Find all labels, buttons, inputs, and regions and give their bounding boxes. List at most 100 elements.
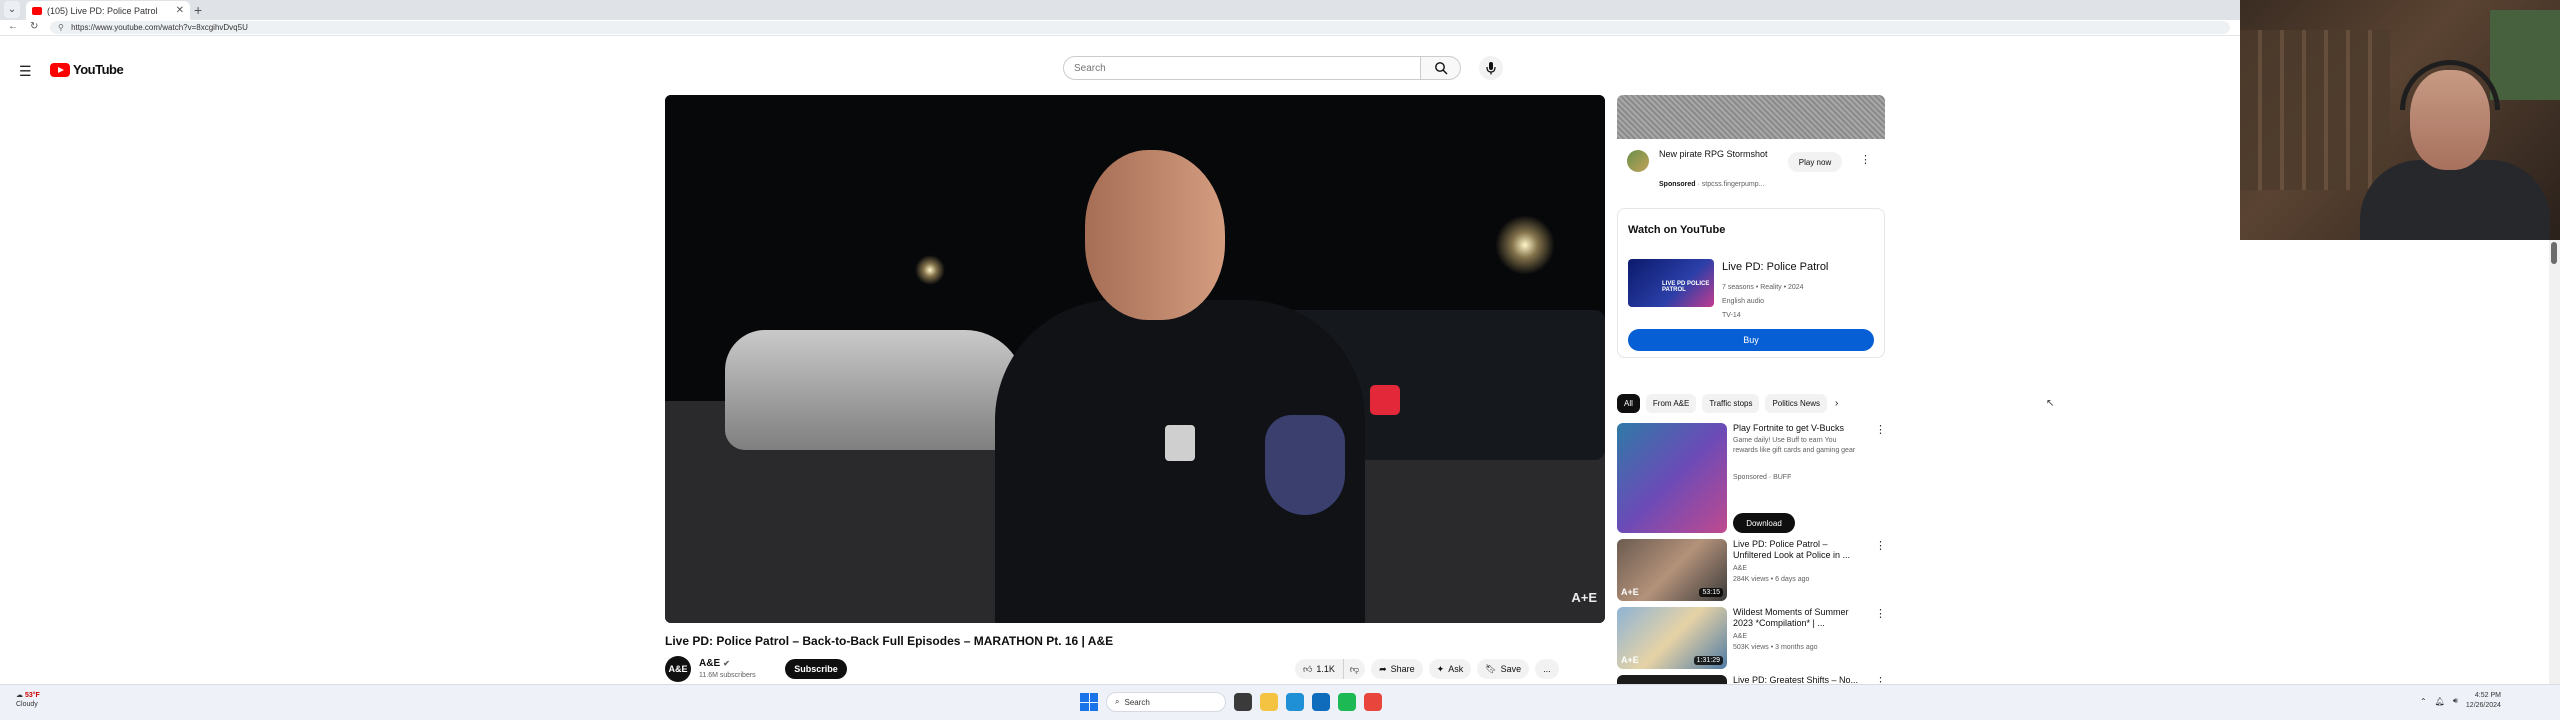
lock-icon: ⚲ (58, 23, 64, 32)
channel-avatar[interactable]: A&E (665, 656, 691, 682)
show-thumbnail[interactable]: LIVE PD POLICE PATROL (1628, 259, 1714, 307)
spotify-icon[interactable] (1338, 693, 1356, 711)
recommendation-item[interactable]: Live PD: Greatest Shifts – No... ⋮ (1617, 675, 1885, 684)
ad-title[interactable]: New pirate RPG Stormshot (1659, 149, 1769, 160)
like-button[interactable]: 👍︎ 1.1K (1295, 659, 1344, 679)
back-icon[interactable]: ← (8, 21, 18, 32)
youtube-logo[interactable]: YouTube (50, 62, 124, 77)
dislike-button[interactable]: 👎︎ (1343, 659, 1366, 679)
weather-widget[interactable]: ☁ 53°F Cloudy (16, 691, 40, 709)
recommendation-thumbnail[interactable] (1617, 423, 1727, 533)
recommendation-title[interactable]: Play Fortnite to get V-Bucks (1733, 423, 1861, 434)
taskbar-search-icon: ⌕ (1115, 697, 1120, 706)
recommendation-more-icon[interactable]: ⋮ (1875, 423, 1886, 436)
channel-name[interactable]: A&E ✔ (699, 658, 730, 669)
tab-list-button[interactable]: ⌄ (4, 1, 20, 18)
recommendation-title[interactable]: Wildest Moments of Summer 2023 *Compilat… (1733, 607, 1861, 629)
subscribe-button[interactable]: Subscribe (785, 659, 847, 679)
more-actions-button[interactable]: ... (1535, 659, 1559, 679)
recommendation-item[interactable]: A+E 53:15 Live PD: Police Patrol – Unfil… (1617, 539, 1886, 603)
new-tab-icon[interactable]: + (194, 2, 202, 18)
recommendation-item[interactable]: Play Fortnite to get V-Bucks Game daily!… (1617, 423, 1886, 535)
file-explorer-icon[interactable] (1260, 693, 1278, 711)
recommendation-item[interactable]: A+E 1:31:29 Wildest Moments of Summer 20… (1617, 607, 1886, 671)
tab-close-icon[interactable]: ✕ (176, 5, 184, 16)
page-scrollbar[interactable] (2549, 240, 2560, 684)
taskbar-search[interactable]: ⌕ Search (1106, 692, 1226, 712)
more-actions-icon: ... (1543, 664, 1551, 674)
page-scrollbar-thumb[interactable] (2551, 242, 2557, 264)
chrome-icon[interactable] (1364, 693, 1382, 711)
video-frame-distant-light (915, 255, 945, 285)
recommendation-more-icon[interactable]: ⋮ (1875, 539, 1886, 552)
share-icon: ➦ (1379, 663, 1387, 674)
watch-on-youtube-card: Watch on YouTube LIVE PD POLICE PATROL L… (1617, 208, 1885, 358)
youtube-favicon-icon (32, 6, 42, 15)
show-meta-rating: TV-14 (1722, 312, 1741, 319)
like-dislike-group: 👍︎ 1.1K 👎︎ (1295, 659, 1366, 679)
save-button[interactable]: 🔖︎ Save (1477, 659, 1530, 679)
windows-start-icon[interactable] (1080, 693, 1098, 711)
video-title: Live PD: Police Patrol – Back-to-Back Fu… (665, 634, 1114, 648)
ad-sponsored-line: Sponsored · stpcss.fingerpump... (1659, 181, 1765, 188)
chip-traffic-stops[interactable]: Traffic stops (1702, 393, 1760, 413)
show-title[interactable]: Live PD: Police Patrol (1722, 261, 1828, 273)
chip-politics-news[interactable]: Politics News (1765, 393, 1828, 413)
speaker-icon[interactable]: 🔊︎ (2453, 696, 2458, 706)
webcam-overlay (2240, 0, 2560, 240)
recommendation-more-icon[interactable]: ⋮ (1875, 675, 1885, 684)
recommendation-sponsor: Sponsored · BUFF (1733, 474, 1792, 481)
video-player[interactable]: A+E (665, 95, 1605, 623)
buy-button[interactable]: Buy (1628, 329, 1874, 351)
menu-icon[interactable]: ☰ (19, 63, 32, 80)
video-duration: 1:31:29 (1693, 656, 1723, 665)
webcam-shelf (2240, 30, 2390, 190)
youtube-masthead: ☰ YouTube (0, 36, 2240, 98)
edge-icon[interactable] (1286, 693, 1304, 711)
subscriber-count: 11.6M subscribers (699, 672, 756, 679)
recommendation-title[interactable]: Live PD: Police Patrol – Unfiltered Look… (1733, 539, 1861, 561)
webcam-headset (2400, 60, 2500, 110)
sparkle-icon: ✦ (1436, 663, 1445, 674)
chip-all[interactable]: All (1617, 393, 1640, 413)
ad-more-options-icon[interactable]: ⋮ (1860, 153, 1871, 166)
notification-bell-icon[interactable]: 🔔︎ (2435, 697, 2445, 706)
video-actions: 👍︎ 1.1K 👎︎ ➦ Share ✦ Ask 🔖︎ Save ... (1295, 659, 1559, 679)
recommendation-thumbnail[interactable] (1617, 675, 1727, 684)
download-button[interactable]: Download (1733, 513, 1795, 533)
ad-banner-image[interactable] (1617, 95, 1885, 139)
verified-check-icon: ✔ (723, 659, 730, 668)
ask-button[interactable]: ✦ Ask (1428, 659, 1472, 679)
taskbar-clock[interactable]: 4:52 PM 12/26/2024 (2466, 691, 2501, 711)
store-icon[interactable] (1312, 693, 1330, 711)
search-icon (1434, 62, 1447, 75)
browser-tab-active[interactable]: (105) Live PD: Police Patrol ✕ (26, 1, 190, 20)
channel-name-text: A&E (699, 658, 721, 669)
reload-icon[interactable]: ↻ (30, 21, 38, 32)
show-meta: 7 seasons • Reality • 2024 English audio… (1722, 281, 1804, 323)
youtube-play-icon (50, 62, 70, 77)
share-button[interactable]: ➦ Share (1371, 659, 1423, 679)
chevron-right-icon[interactable]: › (1835, 398, 1838, 409)
address-url: https://www.youtube.com/watch?v=8xcgihvD… (71, 23, 248, 32)
watch-card-heading: Watch on YouTube (1628, 224, 1726, 236)
recommendation-more-icon[interactable]: ⋮ (1875, 607, 1886, 620)
search-button[interactable] (1421, 56, 1461, 80)
chip-from-ae[interactable]: From A&E (1645, 393, 1697, 413)
bookmark-icon: 🔖︎ (1485, 663, 1497, 674)
show-meta-seasons: 7 seasons • Reality • 2024 (1722, 284, 1804, 291)
tray-chevron-icon[interactable]: ⌃ (2420, 697, 2427, 706)
recommendation-channel[interactable]: A&E (1733, 564, 1747, 574)
play-now-button[interactable]: Play now (1788, 152, 1842, 172)
recommendation-thumbnail[interactable]: A+E 53:15 (1617, 539, 1727, 601)
ad-sponsored-label: Sponsored (1659, 181, 1696, 188)
task-view-icon[interactable] (1234, 693, 1252, 711)
taskbar-center: ⌕ Search (1080, 692, 1382, 712)
search-input[interactable] (1063, 56, 1421, 80)
address-bar[interactable]: ⚲ https://www.youtube.com/watch?v=8xcgih… (50, 21, 2230, 34)
voice-search-button[interactable] (1479, 56, 1503, 80)
recommendation-channel[interactable]: A&E (1733, 632, 1747, 642)
ask-label: Ask (1448, 664, 1464, 674)
recommendation-thumbnail[interactable]: A+E 1:31:29 (1617, 607, 1727, 669)
recommendation-title[interactable]: Live PD: Greatest Shifts – No... (1733, 675, 1861, 684)
